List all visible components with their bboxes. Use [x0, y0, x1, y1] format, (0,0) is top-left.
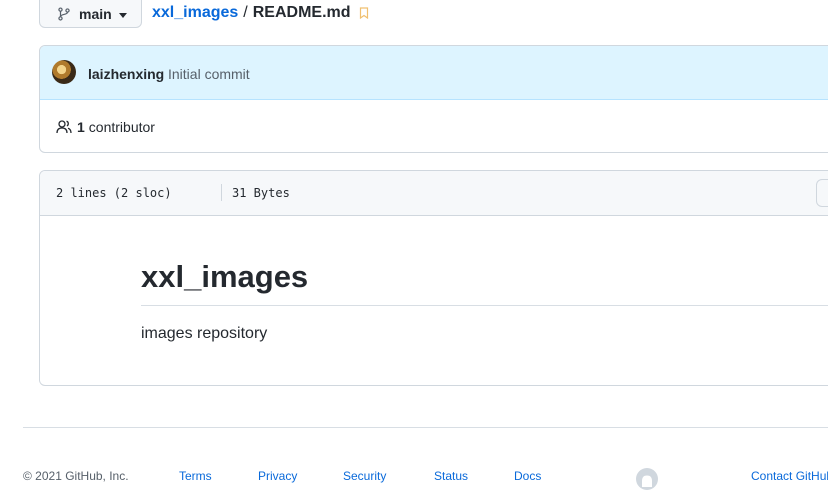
git-branch-icon — [58, 7, 70, 21]
footer-link-docs[interactable]: Docs — [514, 469, 541, 483]
file-name: README.md — [252, 4, 351, 21]
footer-link-status[interactable]: Status — [434, 469, 468, 483]
branch-select-button[interactable]: main — [39, 0, 142, 28]
footer-link-contact[interactable]: Contact GitHub — [751, 469, 828, 483]
commit-author-link[interactable]: laizhenxing — [88, 66, 164, 82]
contributor-count: 1 — [77, 119, 85, 135]
commit-message-link[interactable]: Initial commit — [168, 66, 250, 82]
repo-link[interactable]: xxl_images — [152, 4, 238, 22]
breadcrumb: xxl_images / README.md — [152, 4, 369, 22]
file-line-count: 2 lines (2 sloc) — [56, 186, 172, 200]
latest-commit-row: laizhenxing Initial commit — [40, 46, 828, 100]
footer-link-terms[interactable]: Terms — [179, 469, 212, 483]
branch-label: main — [79, 6, 112, 22]
readme-body: images repository — [141, 325, 268, 342]
breadcrumb-separator: / — [243, 4, 248, 21]
people-icon — [56, 120, 72, 134]
footer-copyright: © 2021 GitHub, Inc. — [23, 469, 129, 483]
file-size: 31 Bytes — [232, 186, 290, 200]
file-actions-button[interactable] — [816, 179, 828, 207]
chevron-down-icon — [118, 12, 127, 18]
commit-box: laizhenxing Initial commit 1 contributor — [39, 45, 828, 153]
github-logo-icon[interactable] — [635, 467, 659, 491]
bookmark-icon[interactable] — [359, 7, 369, 19]
file-box: 2 lines (2 sloc) 31 Bytes xxl_images ima… — [39, 170, 828, 386]
contributors-row[interactable]: 1 contributor — [56, 119, 155, 135]
footer-link-privacy[interactable]: Privacy — [258, 469, 297, 483]
footer-link-security[interactable]: Security — [343, 469, 386, 483]
readme-divider — [141, 305, 828, 306]
file-info-divider — [221, 184, 222, 201]
footer-divider — [23, 427, 828, 428]
avatar[interactable] — [52, 60, 76, 84]
readme-title: xxl_images — [141, 259, 309, 294]
file-header: 2 lines (2 sloc) 31 Bytes — [40, 171, 828, 216]
contributor-label: contributor — [88, 119, 155, 135]
